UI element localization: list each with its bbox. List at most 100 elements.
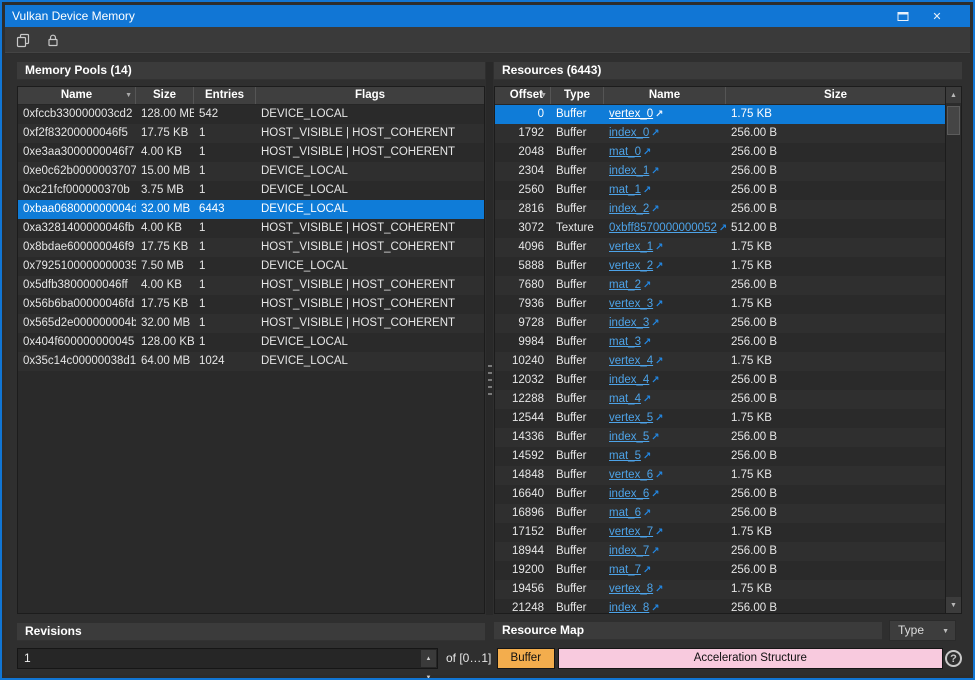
float-window-button[interactable] [13, 30, 33, 50]
goto-resource-icon[interactable]: ↗ [655, 527, 663, 538]
resource-row[interactable]: 21248Bufferindex_8↗256.00 B [495, 599, 945, 614]
resource-row[interactable]: 2560Buffermat_1↗256.00 B [495, 181, 945, 200]
resource-row[interactable]: 16896Buffermat_6↗256.00 B [495, 504, 945, 523]
resource-name-link[interactable]: vertex_7 [609, 526, 653, 538]
goto-resource-icon[interactable]: ↗ [651, 432, 659, 443]
scroll-down-icon[interactable]: ▼ [946, 597, 961, 613]
goto-resource-icon[interactable]: ↗ [651, 204, 659, 215]
resource-row[interactable]: 12544Buffervertex_5↗1.75 KB [495, 409, 945, 428]
resource-row[interactable]: 5888Buffervertex_2↗1.75 KB [495, 257, 945, 276]
resource-row[interactable]: 7680Buffermat_2↗256.00 B [495, 276, 945, 295]
goto-resource-icon[interactable]: ↗ [651, 489, 659, 500]
resource-name-link[interactable]: index_1 [609, 165, 649, 177]
goto-resource-icon[interactable]: ↗ [655, 470, 663, 481]
goto-resource-icon[interactable]: ↗ [643, 147, 651, 158]
memory-pool-row[interactable]: 0xc21fcf000000370b3.75 MB1DEVICE_LOCAL [18, 181, 484, 200]
memory-pool-row[interactable]: 0xfccb330000003cd2128.00 MB542DEVICE_LOC… [18, 105, 484, 124]
goto-resource-icon[interactable]: ↗ [655, 413, 663, 424]
memory-pool-row[interactable]: 0xa3281400000046fb4.00 KB1HOST_VISIBLE |… [18, 219, 484, 238]
goto-resource-icon[interactable]: ↗ [651, 546, 659, 557]
resource-map-segment[interactable]: Acceleration Structure [558, 648, 943, 669]
column-header[interactable]: Name [604, 87, 726, 104]
resource-row[interactable]: 19200Buffermat_7↗256.00 B [495, 561, 945, 580]
resource-name-link[interactable]: vertex_3 [609, 298, 653, 310]
resource-row[interactable]: 17152Buffervertex_7↗1.75 KB [495, 523, 945, 542]
goto-resource-icon[interactable]: ↗ [651, 128, 659, 139]
resource-map-segment[interactable]: Buffer [497, 648, 555, 669]
resources-scrollbar[interactable]: ▲ ▼ [945, 87, 961, 613]
resource-name-link[interactable]: index_4 [609, 374, 649, 386]
resource-name-link[interactable]: mat_7 [609, 564, 641, 576]
scroll-up-icon[interactable]: ▲ [946, 87, 961, 103]
goto-resource-icon[interactable]: ↗ [651, 603, 659, 614]
resource-row[interactable]: 9984Buffermat_3↗256.00 B [495, 333, 945, 352]
memory-pool-row[interactable]: 0xf2f83200000046f517.75 KB1HOST_VISIBLE … [18, 124, 484, 143]
resource-name-link[interactable]: vertex_8 [609, 583, 653, 595]
resource-name-link[interactable]: mat_0 [609, 146, 641, 158]
maximize-button[interactable] [896, 9, 910, 23]
resource-name-link[interactable]: vertex_0 [609, 108, 653, 120]
resource-name-link[interactable]: mat_1 [609, 184, 641, 196]
memory-pool-row[interactable]: 0xe0c62b000000370715.00 MB1DEVICE_LOCAL [18, 162, 484, 181]
resource-name-link[interactable]: mat_6 [609, 507, 641, 519]
goto-resource-icon[interactable]: ↗ [651, 166, 659, 177]
resource-name-link[interactable]: mat_2 [609, 279, 641, 291]
memory-pool-row[interactable]: 0x35c14c00000038d164.00 MB1024DEVICE_LOC… [18, 352, 484, 371]
spin-up-icon[interactable]: ▲ [421, 650, 436, 669]
resource-name-link[interactable]: index_5 [609, 431, 649, 443]
column-header[interactable]: Offset▼ [495, 87, 551, 104]
goto-resource-icon[interactable]: ↗ [651, 375, 659, 386]
help-button[interactable]: ? [945, 650, 962, 667]
column-header[interactable]: Size [136, 87, 194, 104]
scrollbar-thumb[interactable] [947, 106, 960, 135]
resource-name-link[interactable]: vertex_4 [609, 355, 653, 367]
resource-name-link[interactable]: vertex_1 [609, 241, 653, 253]
goto-resource-icon[interactable]: ↗ [655, 356, 663, 367]
resource-row[interactable]: 12032Bufferindex_4↗256.00 B [495, 371, 945, 390]
resource-row[interactable]: 9728Bufferindex_3↗256.00 B [495, 314, 945, 333]
resource-row[interactable]: 3072Texture0xbff8570000000052↗512.00 B [495, 219, 945, 238]
memory-pool-row[interactable]: 0x8bdae600000046f917.75 KB1HOST_VISIBLE … [18, 238, 484, 257]
goto-resource-icon[interactable]: ↗ [719, 223, 726, 234]
column-header[interactable]: Flags [256, 87, 484, 104]
resource-row[interactable]: 2048Buffermat_0↗256.00 B [495, 143, 945, 162]
memory-pool-row[interactable]: 0xe3aa3000000046f74.00 KB1HOST_VISIBLE |… [18, 143, 484, 162]
resource-row[interactable]: 18944Bufferindex_7↗256.00 B [495, 542, 945, 561]
memory-pool-row[interactable]: 0x56b6ba00000046fd17.75 KB1HOST_VISIBLE … [18, 295, 484, 314]
goto-resource-icon[interactable]: ↗ [655, 299, 663, 310]
resource-row[interactable]: 19456Buffervertex_8↗1.75 KB [495, 580, 945, 599]
resource-name-link[interactable]: index_2 [609, 203, 649, 215]
resource-row[interactable]: 1792Bufferindex_0↗256.00 B [495, 124, 945, 143]
memory-pool-row[interactable]: 0x404f600000000045128.00 KB1DEVICE_LOCAL [18, 333, 484, 352]
goto-resource-icon[interactable]: ↗ [643, 394, 651, 405]
resource-row[interactable]: 7936Buffervertex_3↗1.75 KB [495, 295, 945, 314]
revision-spinbox[interactable]: 1 ▲ ▼ [17, 648, 438, 669]
resource-name-link[interactable]: index_0 [609, 127, 649, 139]
column-header[interactable]: Type [551, 87, 604, 104]
goto-resource-icon[interactable]: ↗ [643, 508, 651, 519]
column-header[interactable]: Name▼ [18, 87, 136, 104]
resource-row[interactable]: 4096Buffervertex_1↗1.75 KB [495, 238, 945, 257]
goto-resource-icon[interactable]: ↗ [643, 280, 651, 291]
resource-row[interactable]: 16640Bufferindex_6↗256.00 B [495, 485, 945, 504]
resource-row[interactable]: 14592Buffermat_5↗256.00 B [495, 447, 945, 466]
lock-button[interactable] [43, 30, 63, 50]
resource-row[interactable]: 14848Buffervertex_6↗1.75 KB [495, 466, 945, 485]
resource-name-link[interactable]: vertex_2 [609, 260, 653, 272]
goto-resource-icon[interactable]: ↗ [655, 261, 663, 272]
resource-name-link[interactable]: mat_3 [609, 336, 641, 348]
memory-pool-row[interactable]: 0xbaa068000000004d32.00 MB6443DEVICE_LOC… [18, 200, 484, 219]
resource-name-link[interactable]: 0xbff8570000000052 [609, 222, 717, 234]
resource-row[interactable]: 2304Bufferindex_1↗256.00 B [495, 162, 945, 181]
resource-name-link[interactable]: index_8 [609, 602, 649, 614]
resource-name-link[interactable]: index_3 [609, 317, 649, 329]
close-button[interactable]: ✕ [930, 9, 944, 23]
type-dropdown[interactable]: Type ▼ [889, 620, 956, 641]
goto-resource-icon[interactable]: ↗ [643, 451, 651, 462]
column-header[interactable]: Size [726, 87, 945, 104]
column-header[interactable]: Entries [194, 87, 256, 104]
memory-pool-row[interactable]: 0x565d2e000000004b32.00 MB1HOST_VISIBLE … [18, 314, 484, 333]
goto-resource-icon[interactable]: ↗ [655, 584, 663, 595]
goto-resource-icon[interactable]: ↗ [643, 337, 651, 348]
resource-name-link[interactable]: vertex_5 [609, 412, 653, 424]
